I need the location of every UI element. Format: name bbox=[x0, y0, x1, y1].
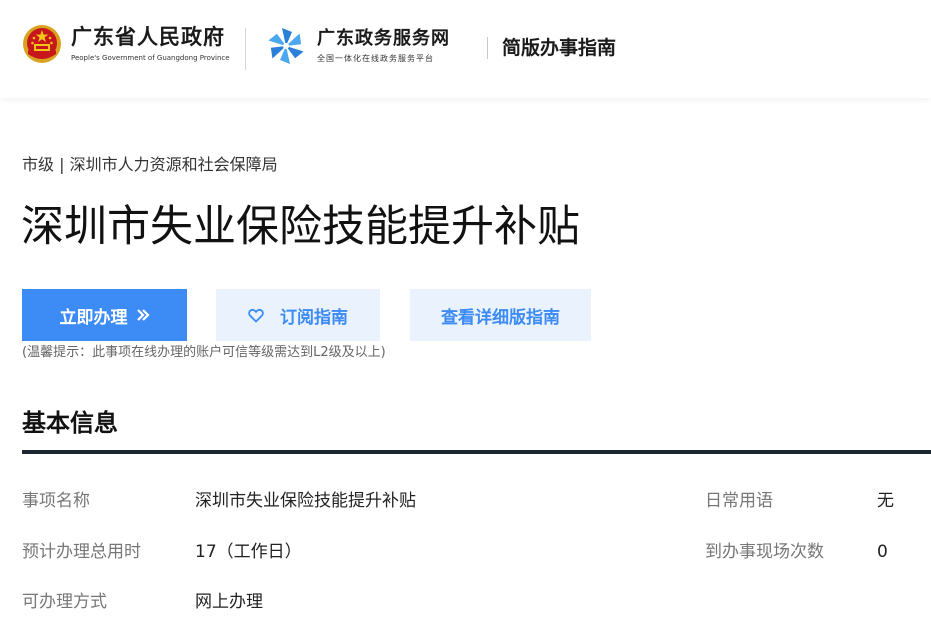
header-divider bbox=[245, 28, 246, 70]
field-label-onsite-visits: 到办事现场次数 bbox=[705, 542, 824, 562]
breadcrumb: 市级 | 深圳市人力资源和社会保障局 bbox=[22, 155, 278, 174]
field-value-item-name: 深圳市失业保险技能提升补贴 bbox=[195, 491, 416, 511]
double-chevron-right-icon bbox=[136, 309, 150, 321]
pinwheel-logo-icon bbox=[268, 28, 304, 64]
service-subtitle: 全国一体化在线政务服务平台 bbox=[317, 54, 434, 63]
field-value-onsite-visits: 0 bbox=[877, 542, 888, 562]
subscribe-guide-button[interactable]: 订阅指南 bbox=[216, 289, 380, 341]
field-value-handling-method: 网上办理 bbox=[195, 592, 263, 612]
field-label-handling-method: 可办理方式 bbox=[22, 592, 107, 612]
view-detailed-guide-label: 查看详细版指南 bbox=[441, 307, 560, 328]
field-label-common-term: 日常用语 bbox=[705, 491, 773, 511]
service-logo[interactable]: 广东政务服务网 全国一体化在线政务服务平台 bbox=[266, 26, 450, 66]
national-emblem-icon bbox=[23, 25, 61, 63]
account-level-tip: (温馨提示：此事项在线办理的账户可信等级需达到L2级及以上) bbox=[22, 345, 386, 360]
basic-info-title: 基本信息 bbox=[22, 409, 118, 437]
subscribe-guide-label: 订阅指南 bbox=[280, 307, 348, 328]
guide-title: 简版办事指南 bbox=[502, 37, 617, 59]
header-divider-2 bbox=[487, 37, 488, 59]
view-detailed-guide-button[interactable]: 查看详细版指南 bbox=[410, 289, 591, 341]
field-value-common-term: 无 bbox=[877, 491, 894, 511]
gov-name-en: People's Government of Guangdong Provinc… bbox=[71, 54, 230, 62]
page-title: 深圳市失业保险技能提升补贴 bbox=[21, 202, 580, 252]
site-header: 广东省人民政府 People's Government of Guangdong… bbox=[0, 0, 931, 98]
section-divider bbox=[22, 450, 931, 454]
heart-icon bbox=[248, 308, 264, 323]
field-label-processing-time: 预计办理总用时 bbox=[22, 542, 141, 562]
gov-name: 广东省人民政府 bbox=[71, 25, 225, 49]
apply-now-label: 立即办理 bbox=[59, 307, 128, 328]
gov-logo[interactable]: 广东省人民政府 People's Government of Guangdong… bbox=[22, 24, 230, 64]
field-label-item-name: 事项名称 bbox=[22, 491, 90, 511]
service-name: 广东政务服务网 bbox=[317, 28, 450, 49]
field-value-processing-time: 17（工作日） bbox=[195, 542, 302, 562]
apply-now-button[interactable]: 立即办理 bbox=[22, 289, 187, 341]
